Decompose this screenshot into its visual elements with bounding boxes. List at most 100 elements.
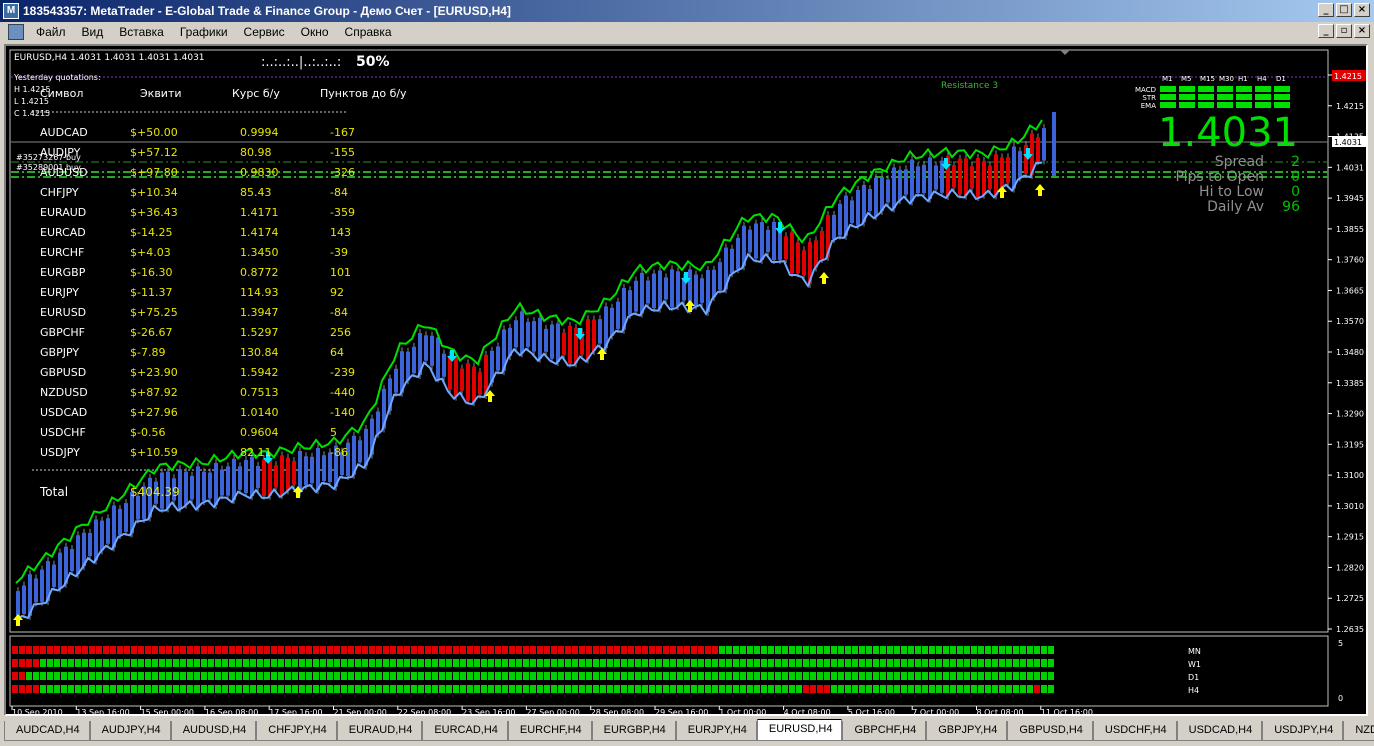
strength-cell bbox=[880, 672, 886, 680]
chart-tab[interactable]: EURUSD,H4 bbox=[756, 719, 843, 741]
chart-tab[interactable]: AUDCAD,H4 bbox=[4, 721, 90, 741]
strength-cell bbox=[474, 685, 480, 693]
timeframe-label: M5 bbox=[1181, 75, 1192, 83]
strength-cell bbox=[250, 672, 256, 680]
chart-window[interactable]: EURUSD,H4 1.4031 1.4031 1.4031 1.4031 :.… bbox=[4, 44, 1368, 716]
strength-cell bbox=[411, 685, 417, 693]
chart-tab[interactable]: GBPUSD,H4 bbox=[1007, 721, 1093, 741]
minimize-button[interactable]: _ bbox=[1318, 3, 1334, 17]
chart-tab[interactable]: EURJPY,H4 bbox=[675, 721, 757, 741]
strength-cell bbox=[663, 659, 669, 667]
chart-tab[interactable]: EURCHF,H4 bbox=[507, 721, 592, 741]
indicator-label: MACD bbox=[1135, 86, 1156, 94]
mdi-minimize-button[interactable]: _ bbox=[1318, 24, 1334, 38]
strength-cell bbox=[586, 685, 592, 693]
strength-cell bbox=[999, 646, 1005, 654]
strength-cell bbox=[208, 659, 214, 667]
chart-tab[interactable]: AUDUSD,H4 bbox=[170, 721, 257, 741]
menu-insert[interactable]: Вставка bbox=[111, 25, 172, 39]
candle-body bbox=[754, 223, 758, 259]
table-cell: 0.9994 bbox=[240, 126, 279, 139]
candle-body bbox=[586, 319, 590, 360]
strength-cell bbox=[82, 646, 88, 654]
strength-cell bbox=[824, 646, 830, 654]
strength-cell bbox=[432, 685, 438, 693]
time-label: 11 Oct 16:00 bbox=[1041, 708, 1093, 714]
price-label: 1.3480 bbox=[1336, 348, 1364, 357]
close-button[interactable]: × bbox=[1354, 3, 1370, 17]
mdi-restore-button[interactable]: ▫ bbox=[1336, 24, 1352, 38]
candle-body bbox=[658, 270, 662, 309]
strength-cell bbox=[971, 646, 977, 654]
strength-cell bbox=[19, 672, 25, 680]
strength-cell bbox=[1034, 672, 1040, 680]
strength-cell bbox=[887, 672, 893, 680]
strength-cell bbox=[474, 646, 480, 654]
chart-tab[interactable]: GBPJPY,H4 bbox=[926, 721, 1008, 741]
strength-cell bbox=[873, 685, 879, 693]
table-cell: $+57.12 bbox=[130, 146, 178, 159]
strength-cell bbox=[320, 672, 326, 680]
menu-window[interactable]: Окно bbox=[293, 25, 337, 39]
chart-tab[interactable]: NZDUSD,H4 bbox=[1343, 721, 1374, 741]
strength-cell bbox=[1006, 646, 1012, 654]
candle-body bbox=[226, 466, 230, 496]
strength-cell bbox=[705, 646, 711, 654]
menu-charts[interactable]: Графики bbox=[172, 25, 236, 39]
chart-tab[interactable]: EURAUD,H4 bbox=[336, 721, 423, 741]
candle-body bbox=[442, 353, 446, 377]
menu-file[interactable]: Файл bbox=[28, 25, 74, 39]
menu-view[interactable]: Вид bbox=[74, 25, 112, 39]
time-label: 28 Sep 08:00 bbox=[591, 708, 644, 714]
strength-cell bbox=[110, 659, 116, 667]
strength-cell bbox=[824, 672, 830, 680]
strength-cell bbox=[712, 685, 718, 693]
strength-cell bbox=[495, 659, 501, 667]
strength-cell bbox=[117, 685, 123, 693]
candle-body bbox=[22, 585, 26, 614]
strength-cell bbox=[747, 646, 753, 654]
candle-body bbox=[820, 231, 824, 259]
chart-tab[interactable]: USDCAD,H4 bbox=[1176, 721, 1263, 741]
price-chart[interactable]: EURUSD,H4 1.4031 1.4031 1.4031 1.4031 :.… bbox=[6, 46, 1366, 714]
chart-tab[interactable]: EURGBP,H4 bbox=[591, 721, 676, 741]
chart-tab[interactable]: GBPCHF,H4 bbox=[842, 721, 927, 741]
strength-cell bbox=[537, 659, 543, 667]
chart-tab[interactable]: CHFJPY,H4 bbox=[256, 721, 337, 741]
strength-cell bbox=[586, 659, 592, 667]
maximize-button[interactable]: □ bbox=[1336, 3, 1352, 17]
strength-cell bbox=[957, 646, 963, 654]
strength-cell bbox=[607, 685, 613, 693]
candle-body bbox=[262, 459, 266, 496]
menu-help[interactable]: Справка bbox=[337, 25, 400, 39]
chart-tab[interactable]: USDCHF,H4 bbox=[1092, 721, 1177, 741]
strength-cell bbox=[40, 659, 46, 667]
table-cell: USDJPY bbox=[40, 446, 80, 459]
candle-body bbox=[868, 188, 872, 212]
strength-cell bbox=[600, 659, 606, 667]
strength-cell bbox=[845, 659, 851, 667]
table-cell: $+23.90 bbox=[130, 366, 178, 379]
menu-tools[interactable]: Сервис bbox=[236, 25, 293, 39]
strength-cell bbox=[488, 672, 494, 680]
indicator-cell bbox=[1198, 86, 1214, 92]
strength-cell bbox=[222, 646, 228, 654]
strength-cell bbox=[516, 672, 522, 680]
strength-cell bbox=[901, 672, 907, 680]
mdi-close-button[interactable]: × bbox=[1354, 24, 1370, 38]
strength-cell bbox=[404, 672, 410, 680]
strength-cell bbox=[404, 646, 410, 654]
chart-tab[interactable]: USDJPY,H4 bbox=[1262, 721, 1344, 741]
strength-cell bbox=[467, 659, 473, 667]
stat-label: Spread bbox=[1215, 154, 1264, 170]
strength-cell bbox=[138, 672, 144, 680]
chart-tab[interactable]: AUDJPY,H4 bbox=[89, 721, 171, 741]
strength-cell bbox=[201, 672, 207, 680]
chart-tab[interactable]: EURCAD,H4 bbox=[422, 721, 508, 741]
strength-cell bbox=[159, 646, 165, 654]
strength-cell bbox=[642, 659, 648, 667]
chart-window-icon[interactable] bbox=[8, 24, 24, 40]
strength-cell bbox=[173, 659, 179, 667]
strength-cell bbox=[257, 685, 263, 693]
strength-cell bbox=[1027, 685, 1033, 693]
